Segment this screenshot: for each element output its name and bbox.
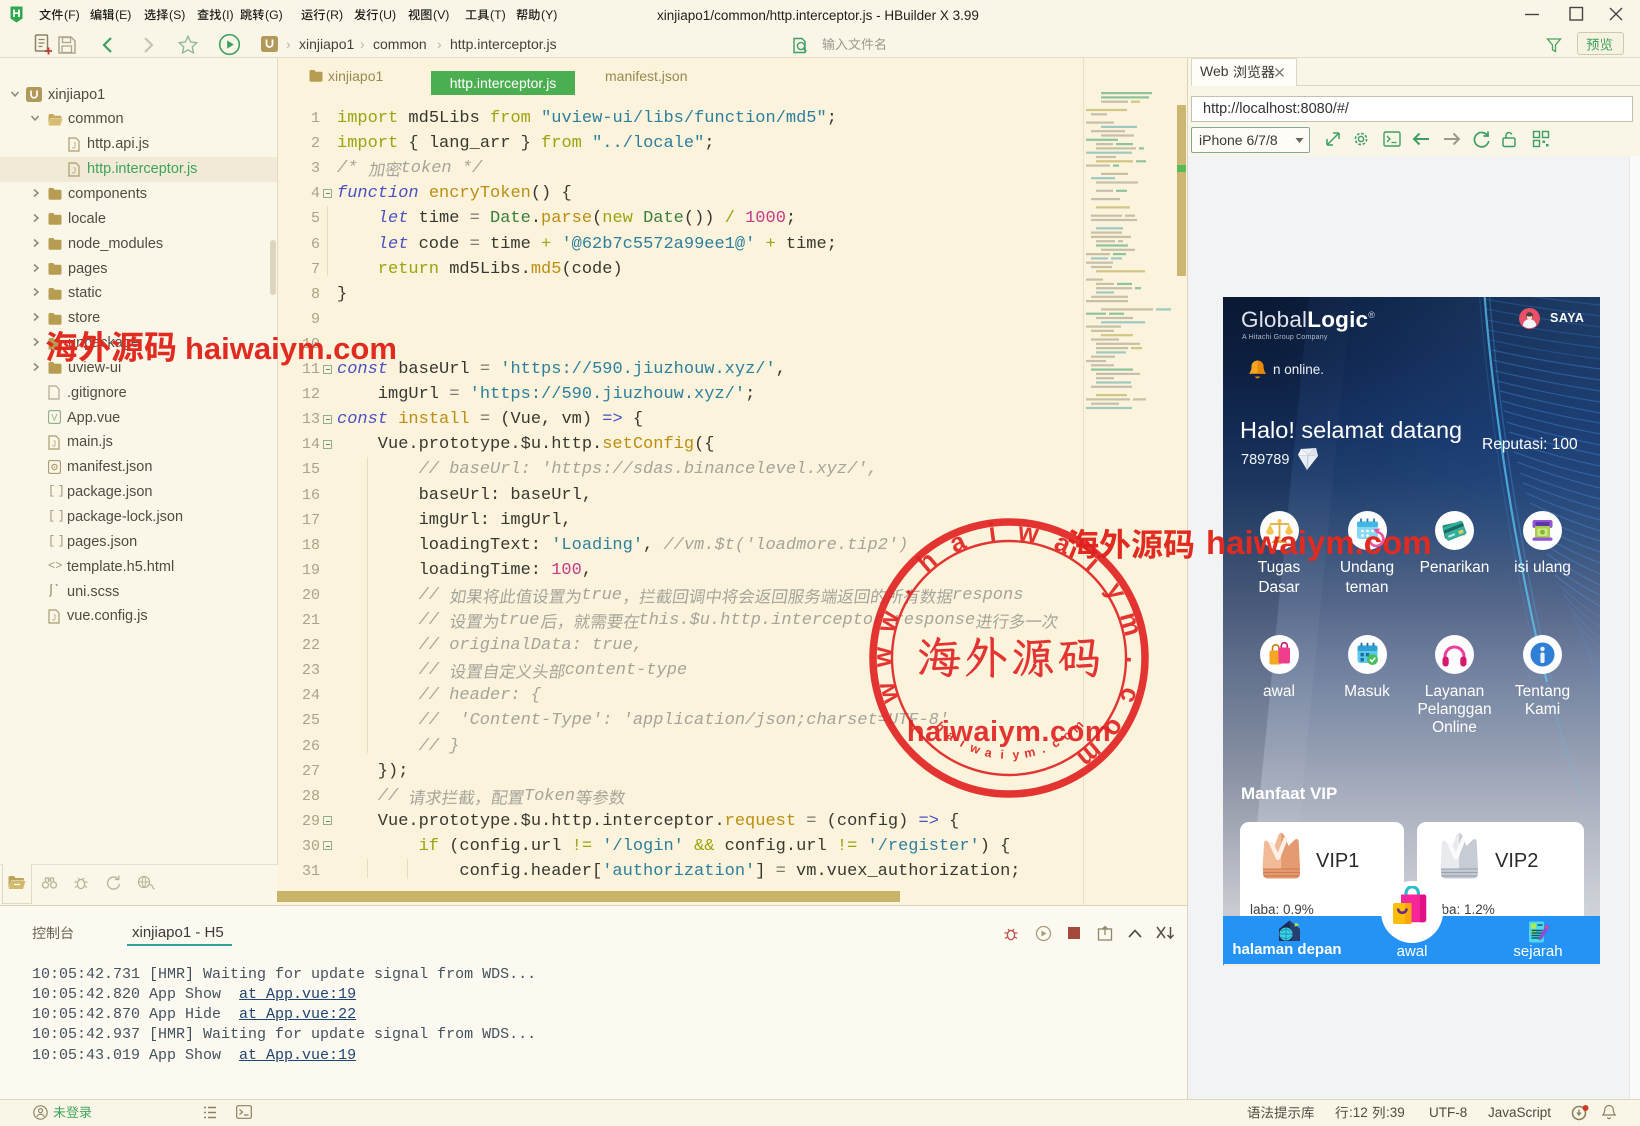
svg-text:J: J bbox=[52, 613, 56, 622]
svg-text:haiwaiym.com: haiwaiym.com bbox=[907, 716, 1111, 748]
svg-text:w: w bbox=[867, 646, 897, 668]
svg-text:h: h bbox=[911, 545, 943, 578]
svg-text:y: y bbox=[1012, 747, 1020, 761]
svg-text:.: . bbox=[1121, 656, 1151, 664]
svg-text:J: J bbox=[72, 166, 76, 175]
svg-text:V: V bbox=[51, 413, 57, 423]
svg-text:J: J bbox=[72, 141, 76, 150]
svg-text:i: i bbox=[1000, 748, 1004, 762]
svg-text:J: J bbox=[52, 439, 56, 448]
